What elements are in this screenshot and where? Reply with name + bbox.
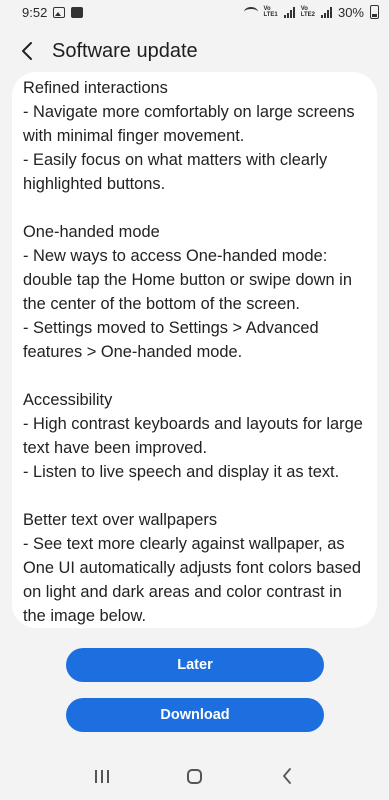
note-line: with minimal finger movement. <box>23 127 245 145</box>
section-refined-interactions: Refined interactions - Navigate more com… <box>23 76 367 196</box>
battery-icon <box>370 5 379 19</box>
status-time: 9:52 <box>22 4 48 20</box>
section-better-text: Better text over wallpapers - See text m… <box>23 508 367 628</box>
note-line: features > One-handed mode. <box>23 343 243 361</box>
status-left: 9:52 <box>22 4 84 20</box>
section-accessibility: Accessibility - High contrast keyboards … <box>23 388 367 484</box>
note-line: highlighted buttons. <box>23 175 166 193</box>
app-header: Software update <box>0 32 389 70</box>
recents-button[interactable] <box>82 756 122 796</box>
sim2-signal-icon <box>320 6 332 18</box>
status-bar: 9:52 Vo LTE1 Vo LTE2 30% <box>0 0 389 24</box>
note-line: - See text more clearly against wallpape… <box>23 535 345 553</box>
status-right: Vo LTE1 Vo LTE2 30% <box>243 4 379 20</box>
back-nav-button[interactable] <box>267 756 307 796</box>
sim2-network-icon: Vo LTE2 <box>300 6 315 18</box>
note-line: - High contrast keyboards and layouts fo… <box>23 415 363 433</box>
chevron-left-icon <box>22 42 32 60</box>
system-nav-bar <box>0 752 389 800</box>
note-line: - Easily focus on what matters with clea… <box>23 151 328 169</box>
home-icon <box>186 768 202 784</box>
note-line: the image below. <box>23 607 147 625</box>
wifi-icon <box>243 7 258 17</box>
note-line: - Listen to live speech and display it a… <box>23 463 340 481</box>
note-line: the center of the bottom of the screen. <box>23 295 300 313</box>
section-title: One-handed mode <box>23 223 160 241</box>
release-notes-card[interactable]: Refined interactions - Navigate more com… <box>12 72 377 628</box>
note-line: on light and dark areas and color contra… <box>23 583 342 601</box>
gallery-notification-icon <box>53 6 66 18</box>
note-line: double tap the Home button or swipe down… <box>23 271 352 289</box>
section-one-handed-mode: One-handed mode - New ways to access One… <box>23 220 367 364</box>
back-button[interactable] <box>2 32 52 70</box>
section-title: Accessibility <box>23 391 113 409</box>
app-notification-icon <box>71 6 84 18</box>
recents-icon <box>95 769 110 783</box>
battery-percent: 30% <box>337 4 364 20</box>
note-line: - Navigate more comfortably on large scr… <box>23 103 355 121</box>
note-line: One UI automatically adjusts font colors… <box>23 559 362 577</box>
sim1-network-icon: Vo LTE1 <box>263 6 278 18</box>
back-arrow-icon <box>282 768 291 784</box>
later-button[interactable]: Later <box>66 648 324 682</box>
note-line: - New ways to access One-handed mode: <box>23 247 328 265</box>
sim1-signal-icon <box>283 6 295 18</box>
note-line: - Settings moved to Settings > Advanced <box>23 319 319 337</box>
section-title: Refined interactions <box>23 79 168 97</box>
section-title: Better text over wallpapers <box>23 511 218 529</box>
page-title: Software update <box>52 39 198 62</box>
note-line: text have been improved. <box>23 439 208 457</box>
download-button[interactable]: Download <box>66 698 324 732</box>
home-button[interactable] <box>174 756 214 796</box>
